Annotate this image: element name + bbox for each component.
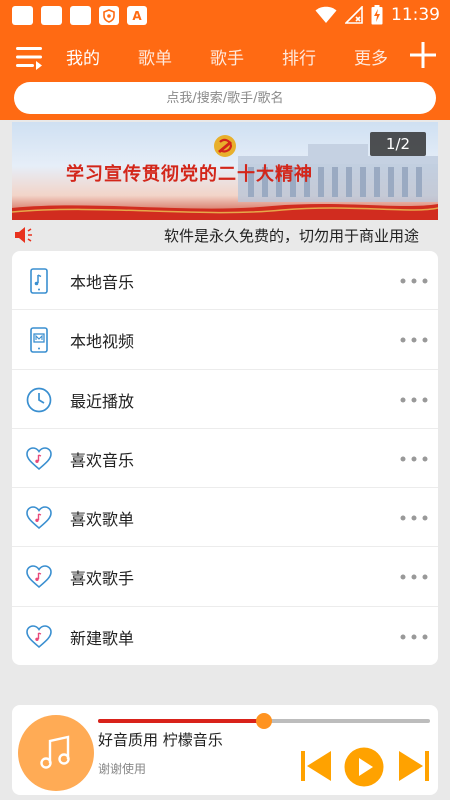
list-item-label: 喜欢歌手 [70, 569, 135, 589]
top-nav: 我的 歌单 歌手 排行 更多 [0, 32, 450, 80]
more-dots-icon[interactable] [400, 456, 428, 462]
more-dots-icon[interactable] [400, 574, 428, 580]
heart-music-icon [26, 447, 52, 470]
play-button[interactable] [344, 747, 384, 787]
banner-ribbon [12, 204, 438, 220]
notification-icons: A [12, 6, 147, 25]
battery-charging-icon [371, 5, 383, 25]
phone-music-icon [30, 268, 48, 294]
list-item-local-video[interactable]: 本地视频 [12, 310, 438, 370]
status-bar: A 11:39 [0, 0, 450, 32]
list-item-label: 新建歌单 [70, 628, 135, 648]
signal-icon [345, 6, 363, 24]
more-dots-icon[interactable] [400, 278, 428, 284]
progress-slider[interactable] [98, 713, 430, 729]
music-note-icon [40, 735, 70, 769]
banner-page-indicator: 1/2 [370, 132, 426, 156]
plus-icon[interactable] [410, 42, 436, 68]
system-icons: 11:39 [315, 5, 440, 25]
video-file-icon [30, 327, 48, 354]
tab-charts[interactable]: 排行 [282, 44, 316, 69]
list-item-liked-singers[interactable]: 喜欢歌手 [12, 547, 438, 607]
heart-music-icon [26, 624, 52, 648]
list-item-label: 本地视频 [70, 332, 135, 352]
announcement-text: 软件是永久免费的，切勿用于商业用途 [164, 227, 420, 245]
heart-music-icon [26, 565, 52, 589]
more-dots-icon[interactable] [400, 634, 428, 640]
list-item-recent[interactable]: 最近播放 [12, 370, 438, 429]
more-dots-icon[interactable] [400, 397, 428, 403]
list-item-local-music[interactable]: 本地音乐 [12, 251, 438, 311]
app-square-icon [70, 6, 91, 25]
album-cover[interactable] [18, 715, 94, 791]
tab-singers[interactable]: 歌手 [210, 44, 244, 69]
banner-title: 学习宣传贯彻党的二十大精神 [66, 164, 313, 185]
next-button[interactable] [398, 749, 430, 783]
clock-time: 11:39 [391, 5, 440, 25]
more-dots-icon[interactable] [400, 515, 428, 521]
speaker-icon [15, 227, 32, 243]
app-square-icon [12, 6, 33, 25]
list-item-liked-music[interactable]: 喜欢音乐 [12, 429, 438, 489]
progress-fill [98, 719, 264, 723]
tab-mine[interactable]: 我的 [66, 44, 100, 69]
wifi-icon [315, 6, 337, 24]
announcement-bar: 软件是永久免费的，切勿用于商业用途 [12, 222, 438, 248]
song-artist: 谢谢使用 [98, 762, 147, 776]
nav-tabs: 我的 歌单 歌手 排行 更多 [66, 44, 426, 69]
clock-icon [26, 387, 52, 412]
menu-icon[interactable] [16, 44, 44, 70]
progress-thumb[interactable] [256, 713, 272, 729]
search-input[interactable] [14, 82, 436, 114]
a-icon: A [127, 6, 147, 25]
heart-music-icon [26, 506, 52, 530]
banner-carousel[interactable]: 学习宣传贯彻党的二十大精神 1/2 [12, 122, 438, 220]
app-square-icon [41, 6, 62, 25]
previous-button[interactable] [300, 749, 332, 783]
list-item-new-playlist[interactable]: 新建歌单 [12, 607, 438, 666]
song-title: 好音质用 柠檬音乐 [98, 731, 223, 749]
list-item-label: 喜欢音乐 [70, 450, 135, 470]
more-dots-icon[interactable] [400, 337, 428, 343]
library-list: 本地音乐 本地视频 最近播放 喜欢音乐 喜欢歌单 喜欢歌手 新建歌单 [12, 251, 438, 665]
shield-icon [99, 6, 119, 25]
list-item-label: 本地音乐 [70, 273, 135, 292]
list-item-label: 喜欢歌单 [70, 510, 135, 530]
mini-player: 好音质用 柠檬音乐 谢谢使用 [12, 705, 438, 795]
party-emblem-icon [214, 135, 236, 157]
tab-more[interactable]: 更多 [354, 44, 388, 69]
search-bar [0, 80, 450, 120]
tab-playlists[interactable]: 歌单 [138, 44, 172, 69]
list-item-label: 最近播放 [70, 391, 135, 411]
list-item-liked-playlists[interactable]: 喜欢歌单 [12, 488, 438, 548]
